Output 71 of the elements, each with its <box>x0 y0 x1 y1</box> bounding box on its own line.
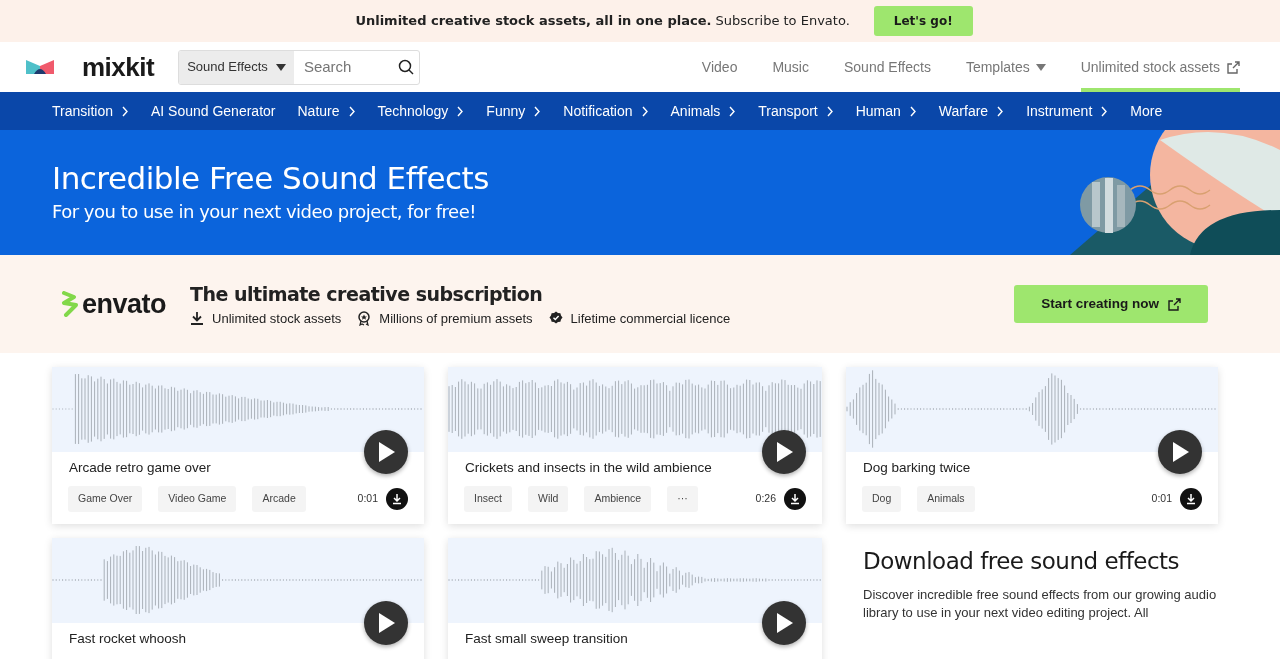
nav-link[interactable]: Sound Effects <box>844 42 931 92</box>
nav-link[interactable]: Video <box>701 42 738 92</box>
category-link[interactable]: More <box>1130 100 1163 122</box>
sound-title: Dog barking twice <box>862 459 972 477</box>
hero-subtitle: For you to use in your next video project, for free! <box>52 199 477 224</box>
download-icon <box>391 493 403 506</box>
category-link[interactable]: Warfare <box>938 100 1005 122</box>
feature-text: Millions of premium assets <box>379 309 533 328</box>
tag-chip[interactable]: Game Over <box>68 486 143 512</box>
play-icon <box>775 613 793 633</box>
category-link[interactable]: Funny <box>486 100 542 122</box>
play-icon <box>377 442 395 462</box>
lets-go-button[interactable]: Let's go! <box>873 6 973 36</box>
feature-text: Unlimited stock assets <box>212 309 342 328</box>
download-button[interactable] <box>1180 488 1202 511</box>
duration-text: 0:26 <box>755 491 776 507</box>
sound-title: Fast small sweep transition <box>464 630 629 648</box>
download-button[interactable] <box>386 488 408 511</box>
promo-text: Unlimited creative stock assets, all in one place. Subscribe to Envato. <box>355 12 850 31</box>
duration-text: 0:01 <box>357 491 378 507</box>
play-button[interactable] <box>1158 430 1202 474</box>
section-text: Discover incredible free sound effects from our growing audio library to use in your next video editing project. All <box>863 585 1218 622</box>
category-link[interactable]: Technology <box>377 100 465 122</box>
play-icon <box>1171 442 1189 462</box>
tag-chip[interactable]: Video Game <box>158 486 237 512</box>
sound-title: Fast rocket whoosh <box>68 630 188 648</box>
category-link[interactable]: Transport <box>758 100 834 122</box>
envato-logo[interactable]: envato <box>60 283 167 325</box>
nav-link[interactable]: Music <box>772 42 809 92</box>
play-button[interactable] <box>762 430 806 474</box>
tag-chip[interactable]: Animals <box>917 486 975 512</box>
mixkit-logo[interactable]: mixkit <box>26 47 155 87</box>
search-bar[interactable]: Sound Effects Search <box>178 49 421 85</box>
caret-icon <box>1035 63 1046 71</box>
play-button[interactable] <box>364 601 408 645</box>
award-icon <box>357 310 372 326</box>
sound-title: Arcade retro game over <box>68 459 212 477</box>
play-button[interactable] <box>762 601 806 645</box>
category-link[interactable]: Notification <box>563 100 649 122</box>
search-icon <box>397 59 414 75</box>
category-dropdown[interactable]: Sound Effects <box>179 50 294 84</box>
download-button[interactable] <box>784 488 806 511</box>
verified-badge-icon <box>548 310 563 326</box>
category-link[interactable]: Human <box>855 100 917 122</box>
download-icon <box>789 493 801 506</box>
play-icon <box>775 442 793 462</box>
tag-chip[interactable]: Insect <box>464 486 512 512</box>
section-title: Download free sound effects <box>863 548 1181 576</box>
tag-chip[interactable]: Arcade <box>252 486 306 512</box>
duration-text: 0:01 <box>1151 491 1172 507</box>
hero-title: Incredible Free Sound Effects <box>52 160 490 198</box>
banner-title: The ultimate creative subscription <box>190 282 544 307</box>
nav-link[interactable]: Templates <box>965 42 1046 92</box>
category-link[interactable]: Instrument <box>1026 100 1109 122</box>
download-icon <box>1185 493 1197 506</box>
category-link[interactable]: Transition <box>52 100 129 122</box>
start-creating-button[interactable]: Start creating now <box>1014 284 1208 324</box>
caret-icon <box>275 63 286 71</box>
category-link[interactable]: Nature <box>297 100 356 122</box>
tag-chip[interactable]: ··· <box>667 486 698 512</box>
tag-chip[interactable]: Dog <box>862 486 902 512</box>
play-icon <box>377 613 395 633</box>
tag-chip[interactable]: Ambience <box>584 486 652 512</box>
download-icon <box>190 310 205 326</box>
external-link-icon <box>1226 60 1240 74</box>
sound-title: Crickets and insects in the wild ambience <box>464 459 713 477</box>
feature-text: Lifetime commercial licence <box>570 309 731 328</box>
category-link[interactable]: Animals <box>670 100 737 122</box>
external-link-icon <box>1167 297 1181 311</box>
category-link[interactable]: AI Sound Generator <box>150 100 276 122</box>
tag-chip[interactable]: Wild <box>528 486 569 512</box>
